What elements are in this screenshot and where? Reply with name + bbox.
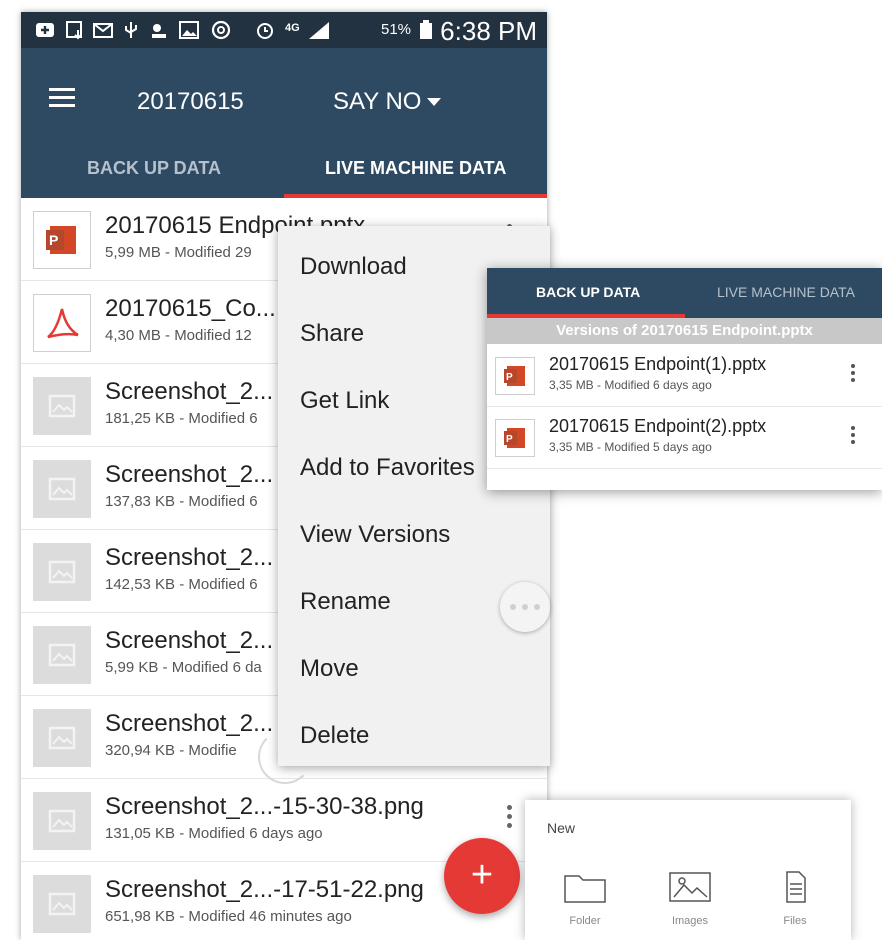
mail-icon xyxy=(93,23,113,38)
menu-item-view-versions[interactable]: View Versions xyxy=(300,521,450,549)
version-item[interactable]: P 20170615 Endpoint(2).pptx 3,35 MB - Mo… xyxy=(487,406,882,469)
new-files-label: Files xyxy=(783,915,807,927)
versions-header: Versions of 20170615 Endpoint.pptx xyxy=(487,318,882,344)
menu-item-rename[interactable]: Rename xyxy=(300,588,391,616)
app-bar: 20170615 SAY NO BACK UP DATA LIVE MACHIN… xyxy=(21,48,547,198)
new-sheet-title: New xyxy=(547,820,576,836)
file-meta: 5,99 MB - Modified 29 xyxy=(105,244,252,261)
menu-item-get-link[interactable]: Get Link xyxy=(300,387,389,415)
weather-icon xyxy=(152,24,166,38)
new-folder-button[interactable]: Folder xyxy=(545,870,625,927)
menu-item-move[interactable]: Move xyxy=(300,655,359,683)
svg-text:P: P xyxy=(506,434,513,445)
powerpoint-icon: P xyxy=(33,211,91,269)
dropdown-selector[interactable]: SAY NO xyxy=(333,88,421,116)
new-folder-label: Folder xyxy=(569,915,601,927)
image-thumbnail-icon xyxy=(33,709,91,767)
file-meta: 4,30 MB - Modified 12 xyxy=(105,327,252,344)
image-thumbnail-icon xyxy=(33,543,91,601)
versions-tab-bar: BACK UP DATA LIVE MACHINE DATA xyxy=(487,268,882,318)
file-meta: 651,98 KB - Modified 46 minutes ago xyxy=(105,908,352,925)
image-thumbnail-icon xyxy=(33,377,91,435)
file-name: Screenshot_2... xyxy=(105,627,274,654)
file-meta: 320,94 KB - Modifie xyxy=(105,742,237,759)
caret-down-icon[interactable] xyxy=(427,98,441,106)
more-options-button[interactable] xyxy=(500,582,550,632)
file-name: Screenshot_2... xyxy=(105,461,274,488)
overflow-icon[interactable] xyxy=(851,364,856,385)
menu-item-download[interactable]: Download xyxy=(300,253,407,281)
download-icon xyxy=(66,21,82,40)
file-name: Screenshot_2...-17-51-22.png xyxy=(105,876,424,903)
menu-item-share[interactable]: Share xyxy=(300,320,364,348)
svg-text:4G: 4G xyxy=(285,22,300,34)
powerpoint-icon: P xyxy=(495,357,535,395)
file-meta: 131,05 KB - Modified 6 days ago xyxy=(105,825,323,842)
svg-text:P: P xyxy=(49,232,58,248)
add-fab-button[interactable]: + xyxy=(444,838,520,914)
tab-back-up-data[interactable]: BACK UP DATA xyxy=(87,158,221,179)
file-name: Screenshot_2... xyxy=(105,710,274,737)
image-thumbnail-icon xyxy=(33,460,91,518)
images-icon xyxy=(669,872,711,902)
menu-item-add-to-favorites[interactable]: Add to Favorites xyxy=(300,454,475,482)
new-files-button[interactable]: Files xyxy=(755,870,835,927)
version-name: 20170615 Endpoint(2).pptx xyxy=(549,416,767,436)
new-images-button[interactable]: Images xyxy=(650,870,730,927)
version-meta: 3,35 MB - Modified 5 days ago xyxy=(549,440,712,454)
menu-icon[interactable] xyxy=(49,88,75,108)
file-name: 20170615_Co... xyxy=(105,295,276,322)
plus-icon xyxy=(36,23,54,37)
file-meta: 137,83 KB - Modified 6 xyxy=(105,493,258,510)
version-item[interactable]: P 20170615 Endpoint(1).pptx 3,35 MB - Mo… xyxy=(487,344,882,407)
version-name: 20170615 Endpoint(1).pptx xyxy=(549,354,767,374)
tab-live-machine-data[interactable]: LIVE MACHINE DATA xyxy=(717,284,855,300)
tab-live-machine-data[interactable]: LIVE MACHINE DATA xyxy=(325,158,506,179)
file-name: Screenshot_2...-15-30-38.png xyxy=(105,793,424,820)
page-title: 20170615 xyxy=(137,88,244,115)
menu-item-delete[interactable]: Delete xyxy=(300,722,369,750)
file-meta: 181,25 KB - Modified 6 xyxy=(105,410,258,427)
battery-icon xyxy=(420,20,432,39)
alarm-icon xyxy=(257,23,273,39)
signal-icon: 4G xyxy=(285,22,329,39)
clock: 6:38 PM xyxy=(440,16,537,46)
image-thumbnail-icon xyxy=(33,626,91,684)
image-thumbnail-icon xyxy=(33,875,91,933)
file-icon xyxy=(786,871,806,903)
image-icon xyxy=(179,21,199,39)
overflow-icon[interactable] xyxy=(507,805,513,832)
image-thumbnail-icon xyxy=(33,792,91,850)
new-images-label: Images xyxy=(671,915,709,927)
folder-icon xyxy=(564,875,606,903)
version-meta: 3,35 MB - Modified 6 days ago xyxy=(549,378,712,392)
file-meta: 5,99 KB - Modified 6 da xyxy=(105,659,262,676)
pdf-icon xyxy=(33,294,91,352)
file-name: Screenshot_2... xyxy=(105,544,274,571)
svg-text:P: P xyxy=(506,372,513,383)
new-sheet: New Folder Images Files xyxy=(525,800,851,940)
tab-back-up-data[interactable]: BACK UP DATA xyxy=(536,284,640,300)
at-icon xyxy=(211,20,231,40)
usb-icon xyxy=(125,22,137,38)
versions-panel: BACK UP DATA LIVE MACHINE DATA Versions … xyxy=(487,268,882,490)
file-name: Screenshot_2... xyxy=(105,378,274,405)
status-bar: 4G 51% 6:38 PM xyxy=(21,12,547,48)
overflow-icon[interactable] xyxy=(851,426,856,447)
battery-percent: 51% xyxy=(381,21,412,38)
powerpoint-icon: P xyxy=(495,419,535,457)
file-meta: 142,53 KB - Modified 6 xyxy=(105,576,258,593)
